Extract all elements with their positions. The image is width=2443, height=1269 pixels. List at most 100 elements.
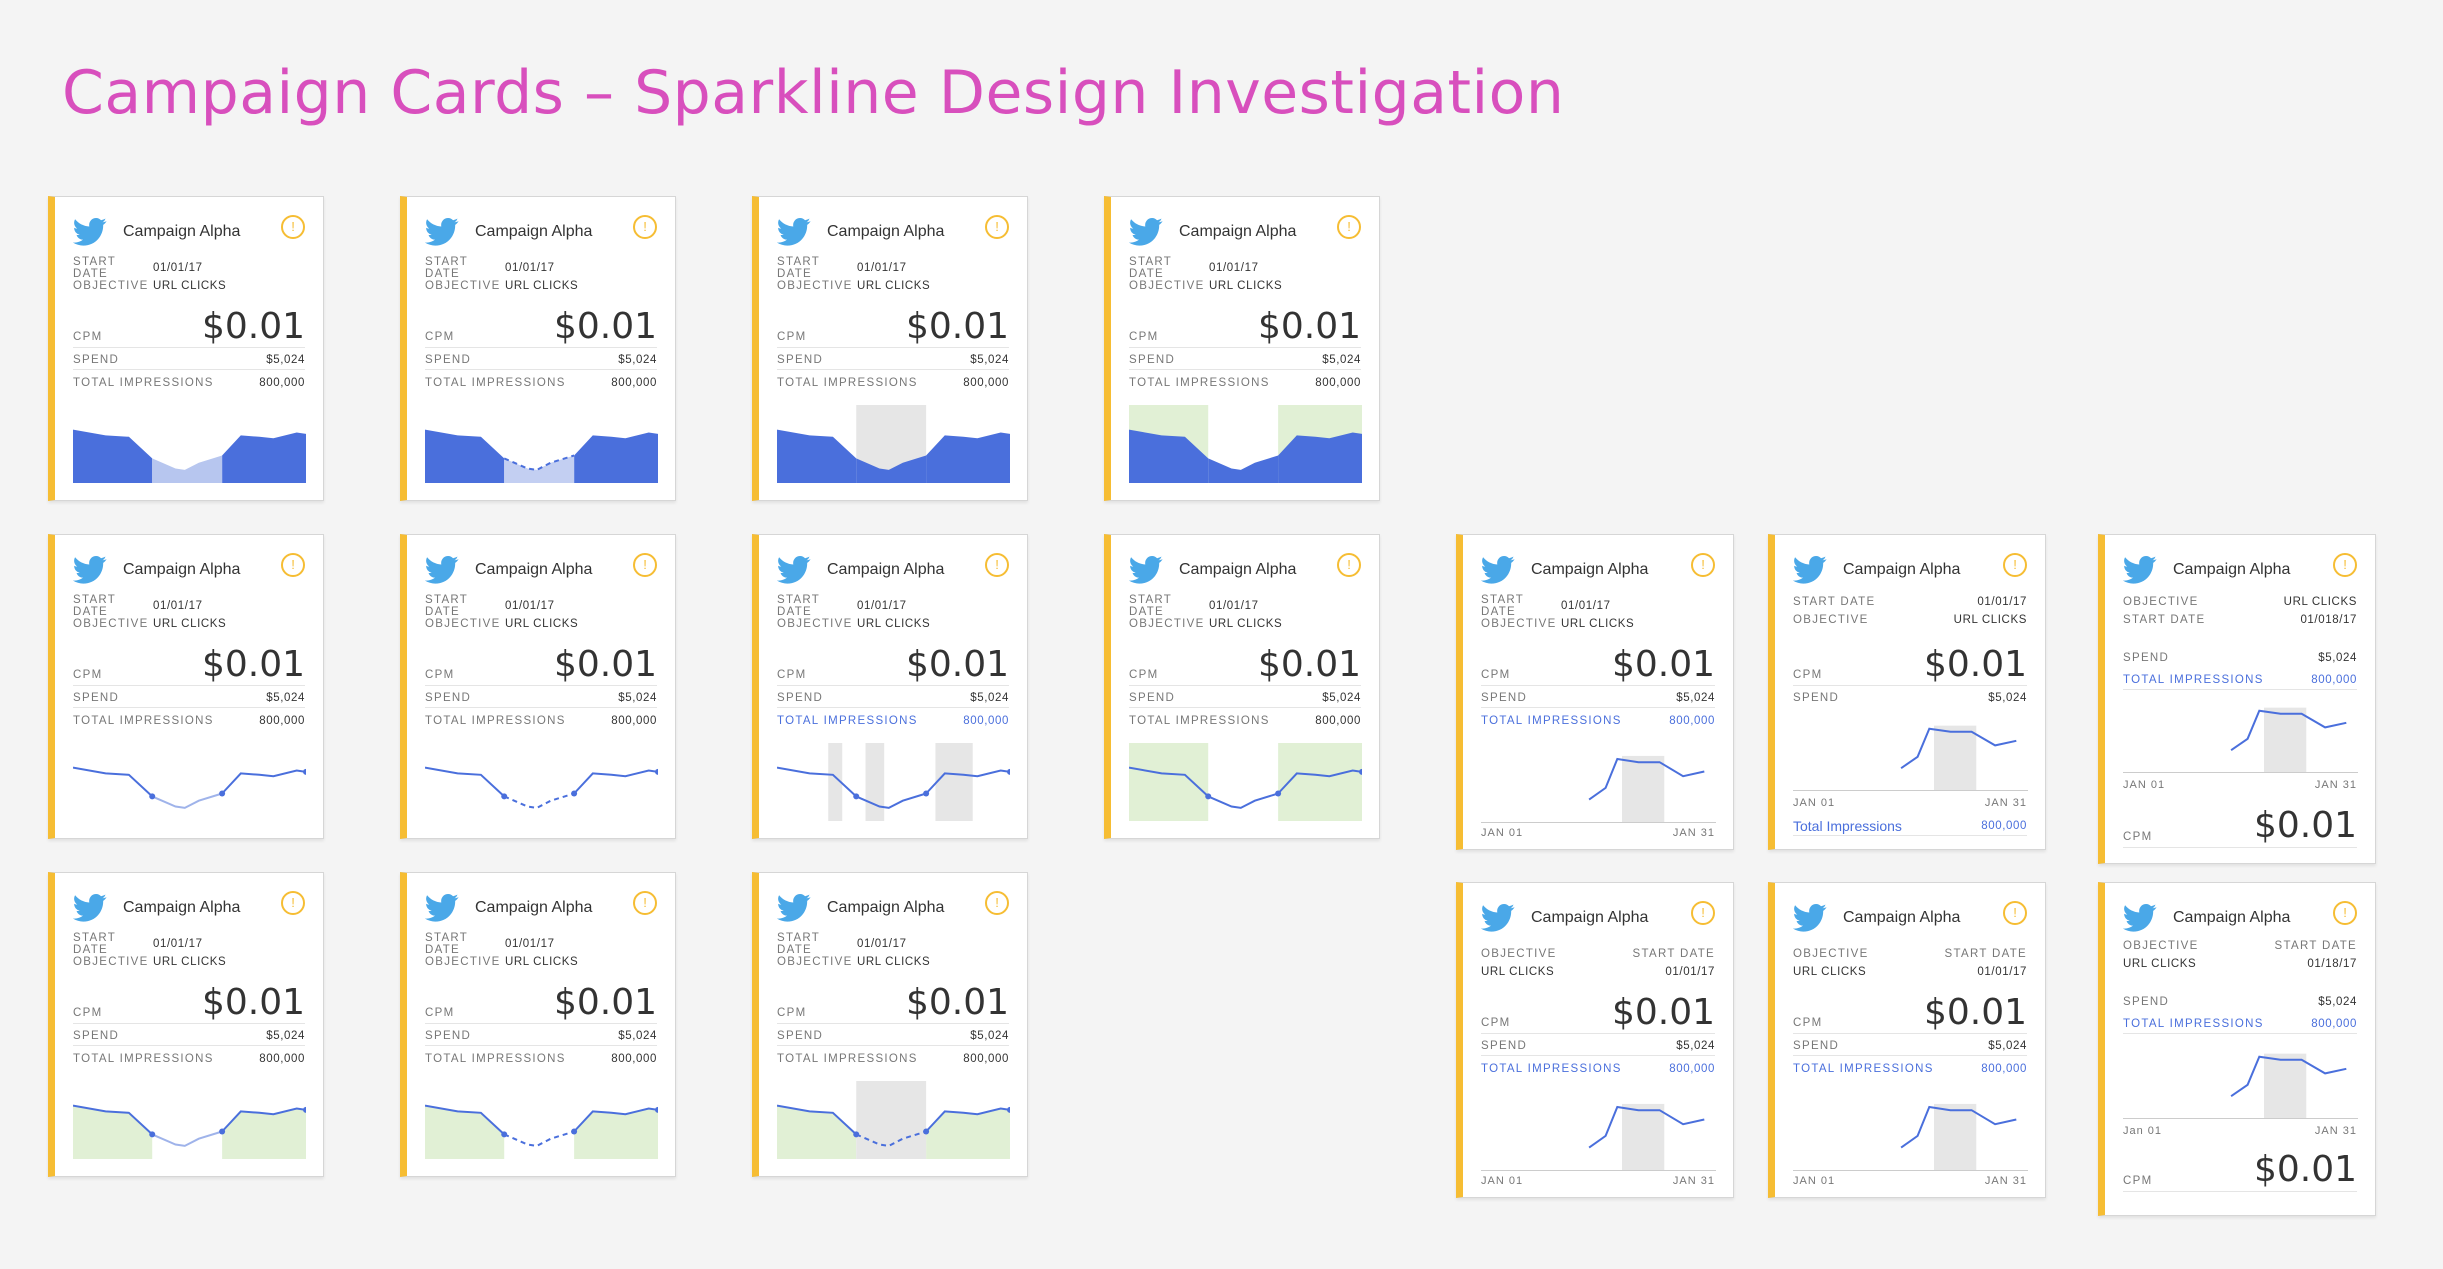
- sparkline-line: [777, 766, 857, 798]
- cpm-value: $0.01: [1923, 991, 2027, 1033]
- cpm-value: $0.01: [905, 305, 1009, 347]
- campaign-name[interactable]: Campaign Alpha: [1179, 561, 1296, 579]
- twitter-bird-icon: [425, 555, 459, 584]
- alert-circle-icon[interactable]: !: [281, 215, 305, 239]
- total-impressions-label: TOTAL IMPRESSIONS: [1793, 1063, 1934, 1075]
- meta-right: START DATE: [2274, 940, 2357, 952]
- campaign-name[interactable]: Campaign Alpha: [2173, 909, 2290, 927]
- start-date: START DATE 01/01/17: [73, 256, 305, 280]
- start-date: START DATE 01/01/17: [425, 594, 657, 618]
- campaign-name[interactable]: Campaign Alpha: [123, 899, 240, 917]
- campaign-name[interactable]: Campaign Alpha: [1843, 561, 1960, 579]
- sparkline-line: [573, 769, 658, 795]
- campaign-name[interactable]: Campaign Alpha: [475, 561, 592, 579]
- x-axis-start-label: Jan 01: [2123, 1125, 2163, 1137]
- sparkline-chart: [425, 429, 658, 483]
- alert-circle-icon[interactable]: !: [985, 215, 1009, 239]
- sparkline-line: [221, 769, 306, 795]
- campaign-card[interactable]: Campaign Alpha! OBJECTIVE START DATE URL CL…: [1768, 882, 2046, 1198]
- total-impressions-label: TOTAL IMPRESSIONS: [1481, 1063, 1622, 1075]
- campaign-name[interactable]: Campaign Alpha: [475, 899, 592, 917]
- campaign-card[interactable]: Campaign Alpha! START DATE 01/01/17 OBJECTI…: [1104, 534, 1380, 839]
- campaign-card[interactable]: Campaign Alpha! OBJECTIVE START DATE URL CL…: [1456, 882, 1734, 1198]
- campaign-name[interactable]: Campaign Alpha: [827, 899, 944, 917]
- total-impressions-value: 800,000: [963, 715, 1009, 727]
- alert-circle-icon[interactable]: !: [985, 891, 1009, 915]
- sparkline-point: [655, 768, 658, 775]
- campaign-card[interactable]: Campaign Alpha! START DATE 01/01/17 OBJECTI…: [1768, 534, 2046, 850]
- alert-circle-icon[interactable]: !: [633, 891, 657, 915]
- campaign-name[interactable]: Campaign Alpha: [475, 223, 592, 241]
- meta-left: URL CLICKS: [2123, 958, 2197, 970]
- sparkline-point: [501, 1131, 508, 1138]
- alert-circle-icon[interactable]: !: [1691, 901, 1715, 925]
- sparkline-chart: [425, 766, 658, 809]
- campaign-name[interactable]: Campaign Alpha: [123, 223, 240, 241]
- meta-right: 01/01/17: [1977, 966, 2027, 978]
- campaign-card[interactable]: Campaign Alpha! START DATE 01/01/17 OBJECTI…: [752, 534, 1028, 839]
- campaign-card[interactable]: Campaign Alpha! OBJECTIVE URL CLICKS START …: [2098, 534, 2376, 864]
- campaign-card[interactable]: Campaign Alpha! START DATE 01/01/17 OBJECTI…: [48, 534, 324, 839]
- alert-circle-icon[interactable]: !: [633, 215, 657, 239]
- campaign-card[interactable]: Campaign Alpha! START DATE 01/01/17 OBJECTI…: [752, 872, 1028, 1177]
- campaign-name[interactable]: Campaign Alpha: [827, 561, 944, 579]
- cpm: CPM $0.01: [1481, 643, 1715, 686]
- alert-circle-icon[interactable]: !: [1691, 553, 1715, 577]
- spend-value: $5,024: [266, 354, 305, 366]
- total-impressions: TOTAL IMPRESSIONS 800,000: [1793, 1060, 2027, 1078]
- campaign-name[interactable]: Campaign Alpha: [1179, 223, 1296, 241]
- campaign-name[interactable]: Campaign Alpha: [1531, 909, 1648, 927]
- total-impressions-label: TOTAL IMPRESSIONS: [2123, 674, 2264, 686]
- objective-label: OBJECTIVE: [1129, 280, 1205, 292]
- campaign-name[interactable]: Campaign Alpha: [2173, 561, 2290, 579]
- x-axis-end-label: JAN 31: [1984, 1175, 2027, 1187]
- start-date-label: START DATE: [2123, 614, 2206, 626]
- card-header: Campaign Alpha!: [1129, 553, 1361, 587]
- alert-circle-icon[interactable]: !: [2003, 901, 2027, 925]
- objective-label: OBJECTIVE: [73, 618, 149, 630]
- cpm-value: $0.01: [553, 305, 657, 347]
- campaign-name[interactable]: Campaign Alpha: [1531, 561, 1648, 579]
- card-header: Campaign Alpha!: [777, 553, 1009, 587]
- start-date-label: START DATE: [1793, 596, 1876, 608]
- campaign-card[interactable]: Campaign Alpha! START DATE 01/01/17 OBJECTI…: [48, 872, 324, 1177]
- spend-value: $5,024: [1988, 692, 2027, 704]
- campaign-name[interactable]: Campaign Alpha: [1843, 909, 1960, 927]
- alert-circle-icon[interactable]: !: [281, 891, 305, 915]
- campaign-card[interactable]: Campaign Alpha! START DATE 01/01/17 OBJECTI…: [1456, 534, 1734, 850]
- cpm: CPM $0.01: [1129, 643, 1361, 686]
- alert-circle-icon[interactable]: !: [2003, 553, 2027, 577]
- campaign-card[interactable]: Campaign Alpha! START DATE 01/01/17 OBJECTI…: [1104, 196, 1380, 501]
- total-impressions-value: 800,000: [1669, 715, 1715, 727]
- gap-highlight: [2264, 707, 2307, 773]
- alert-circle-icon[interactable]: !: [2333, 901, 2357, 925]
- start-date-value: 01/01/17: [505, 600, 555, 612]
- alert-circle-icon[interactable]: !: [1337, 215, 1361, 239]
- cpm: CPM $0.01: [777, 643, 1009, 686]
- campaign-name[interactable]: Campaign Alpha: [123, 561, 240, 579]
- campaign-card[interactable]: Campaign Alpha! START DATE 01/01/17 OBJECTI…: [48, 196, 324, 501]
- twitter-bird-icon: [1793, 555, 1827, 584]
- campaign-card[interactable]: Campaign Alpha! START DATE 01/01/17 OBJECTI…: [752, 196, 1028, 501]
- campaign-card[interactable]: Campaign Alpha! OBJECTIVE START DATE URL CL…: [2098, 882, 2376, 1216]
- campaign-card[interactable]: Campaign Alpha! START DATE 01/01/17 OBJECTI…: [400, 872, 676, 1177]
- objective: OBJECTIVE URL CLICKS: [777, 277, 1009, 295]
- campaign-name[interactable]: Campaign Alpha: [827, 223, 944, 241]
- spend-value: $5,024: [618, 1030, 657, 1042]
- total-impressions-value: 800,000: [1315, 715, 1361, 727]
- start-date: START DATE 01/01/17: [425, 256, 657, 280]
- total-impressions: Total Impressions 800,000: [1793, 817, 2027, 836]
- cpm-label: CPM: [1481, 1017, 1511, 1029]
- campaign-card[interactable]: Campaign Alpha! START DATE 01/01/17 OBJECTI…: [400, 534, 676, 839]
- cpm-label: CPM: [777, 669, 807, 681]
- x-axis-start-label: JAN 01: [1481, 827, 1524, 839]
- spend-label: SPEND: [1793, 1040, 1840, 1052]
- start-date: START DATE 01/01/17: [425, 932, 657, 956]
- alert-circle-icon[interactable]: !: [1337, 553, 1361, 577]
- alert-circle-icon[interactable]: !: [2333, 553, 2357, 577]
- alert-circle-icon[interactable]: !: [633, 553, 657, 577]
- alert-circle-icon[interactable]: !: [985, 553, 1009, 577]
- objective-value: URL CLICKS: [1561, 618, 1635, 630]
- alert-circle-icon[interactable]: !: [281, 553, 305, 577]
- campaign-card[interactable]: Campaign Alpha! START DATE 01/01/17 OBJECTI…: [400, 196, 676, 501]
